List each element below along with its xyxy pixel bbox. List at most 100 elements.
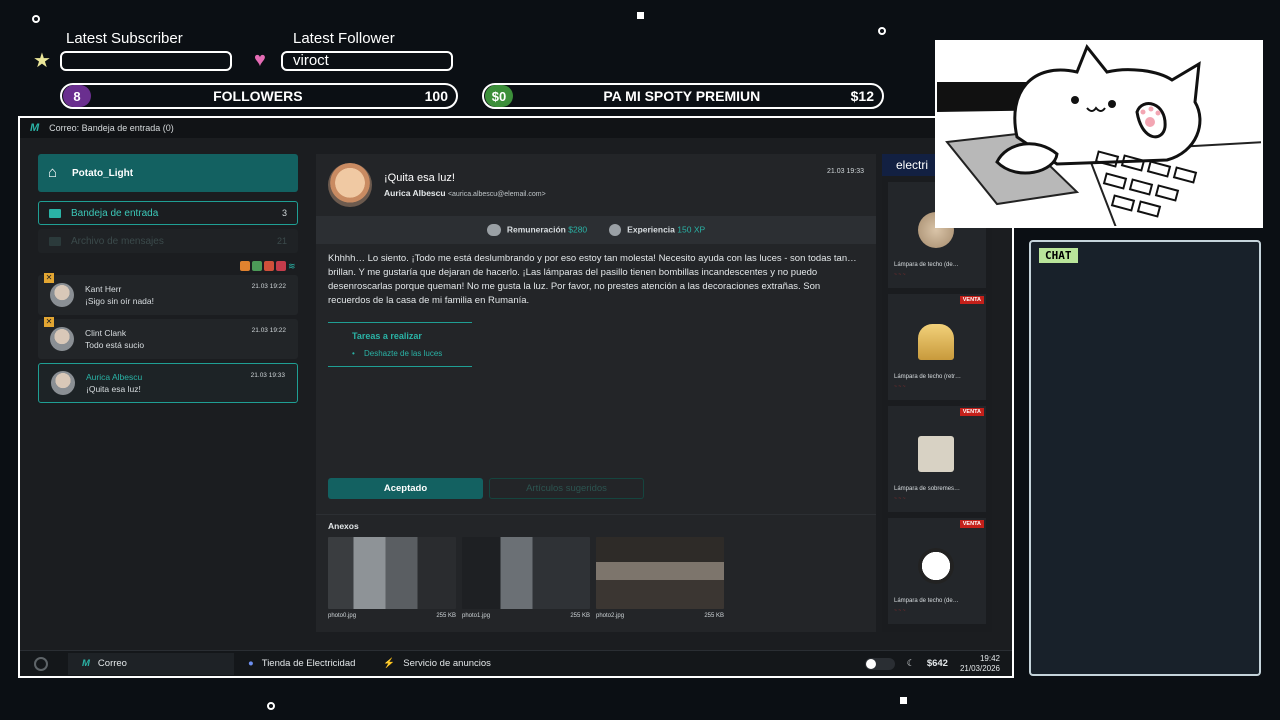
reward-label: Remuneración [506,224,566,235]
attachment-item[interactable]: photo0.jpg 255 KB [328,537,456,619]
attachment-name: photo0.jpg [328,613,357,619]
sparkle-decoration [900,697,907,704]
shop-item-price: ~ ~ ~ [894,272,906,278]
avatar [51,371,75,395]
list-item[interactable]: ✕ Clint Clank Todo está sucio 21.03 19:22 [38,317,298,359]
attachment-name: photo1.jpg [462,613,491,619]
bolt-icon: ⚡ [383,658,396,669]
attachment-item[interactable]: photo2.jpg 255 KB [596,537,724,619]
message-preview: ¡Sigo sin oír nada! [85,296,154,306]
sidebar-item-archive[interactable]: Archivo de mensajes 21 [38,229,298,253]
message-date: 21.03 19:22 [251,327,286,334]
webcam-overlay [935,40,1263,228]
shop-item-name: Lámpara de techo (de… [894,262,959,268]
lamp-icon [918,324,954,360]
list-item[interactable]: ✕ Kant Herr ¡Sigo sin oír nada! 21.03 19:… [38,273,298,315]
attachment-thumbnail [462,537,590,609]
message-sender: Aurica Albescu [86,372,143,382]
money-current: $0 [485,85,513,107]
attachment-thumbnail [328,537,456,609]
balance: $642 [926,658,948,669]
shop-item-card[interactable]: VENTA Lámpara de techo (de… ~ ~ ~ [888,518,986,624]
followers-current: 8 [63,85,91,107]
latest-subscriber-value [60,51,232,71]
list-item-selected[interactable]: Aurica Albescu ¡Quita esa luz! 21.03 19:3… [38,363,298,403]
message-preview: ¡Quita esa luz! [86,384,141,394]
taskbar-item-electric-shop[interactable]: ● Tienda de Electricidad [234,653,369,675]
message-date: 21.03 19:33 [250,372,285,379]
lamp-icon [918,436,954,472]
inbox-count: 3 [281,208,287,218]
suggested-items-button[interactable]: Artículos sugeridos [489,478,644,499]
taskbar-item-label: Tienda de Electricidad [261,658,356,669]
sale-badge: VENTA [959,408,984,416]
taskbar-item-ads[interactable]: ⚡ Servicio de anuncios [369,653,505,675]
shop-item-card[interactable]: VENTA Lámpara de sobremes… ~ ~ ~ [888,406,986,512]
mail-sidebar: ⌂ Potato_Light Bandeja de entrada 3 Arch… [38,154,298,403]
taskbar-item-mail[interactable]: M Correo [68,652,234,675]
attachment-size: 255 KB [704,613,724,619]
filter-icon[interactable] [264,261,274,271]
shop-item-price: ~ ~ ~ [894,384,906,390]
shop-item-card[interactable]: VENTA Lámpara de techo (retr… ~ ~ ~ [888,294,986,400]
lamp-icon [918,548,954,584]
attachment-name: photo2.jpg [596,613,625,619]
avatar [50,283,74,307]
mail-app-window: M Correo: Bandeja de entrada (0) ⌂ Potat… [18,116,1014,678]
shop-item-name: Lámpara de techo (de… [894,598,959,604]
sidebar-item-inbox[interactable]: Bandeja de entrada 3 [38,201,298,225]
shop-item-price: ~ ~ ~ [894,496,906,502]
followers-goal-title: FOLLOWERS [213,88,303,104]
tasks-box: Tareas a realizar Deshazte de las luces [328,322,472,367]
task-flag-icon: ✕ [44,317,54,327]
window-title: Correo: Bandeja de entrada (0) [49,123,174,133]
taskbar: M Correo ● Tienda de Electricidad ⚡ Serv… [20,650,1012,676]
accepted-button[interactable]: Aceptado [328,478,483,499]
wifi-icon: ≋ [288,261,296,271]
message-sender: Clint Clank [85,328,127,338]
attachment-thumbnail [596,537,724,609]
reward-value: $280 [568,224,588,235]
theme-toggle[interactable] [864,657,895,670]
attachment-size: 255 KB [436,613,456,619]
archive-count: 21 [276,236,287,246]
sender-avatar [328,163,372,207]
sparkle-decoration [637,12,644,19]
envelope-icon [49,208,61,218]
filter-icon[interactable] [240,261,250,271]
sparkle-decoration [878,27,886,35]
filter-icon[interactable] [276,261,286,271]
home-icon: ⌂ [48,164,58,181]
attachments-section: Anexos photo0.jpg 255 KB photo1.jpg 255 KB… [316,514,876,625]
task-flag-icon: ✕ [44,273,54,283]
latest-subscriber-label: Latest Subscriber [66,30,183,47]
sidebar-item-label: Archivo de mensajes [71,235,164,247]
email-date: 21.03 19:33 [827,168,864,175]
followers-goal-target: 100 [424,88,448,104]
email-address: <aurica.albescu@elemail.com> [447,191,546,198]
chat-panel: CHAT [1029,240,1261,676]
message-date: 21.03 19:22 [251,283,286,290]
xp-label: Experiencia [627,224,675,235]
latest-follower-value: viroct [281,51,453,71]
message-preview: Todo está sucio [85,340,145,350]
shop-item-name: Lámpara de techo (retr… [894,374,962,380]
moon-icon: ☾ [906,658,915,668]
email-header: ¡Quita esa luz! Aurica Albescu <aurica.a… [316,154,876,216]
mail-logo-icon: M [82,658,90,669]
star-icon: ★ [33,50,51,72]
attachment-item[interactable]: photo1.jpg 255 KB [462,537,590,619]
clock-time: 19:42 [979,653,1000,663]
chat-label: CHAT [1039,248,1078,263]
task-item: Deshazte de las luces [352,349,472,358]
xp-icon [609,224,622,236]
money-goal-bar: $0 PA MI SPOTY PREMIUN $12 [482,83,884,109]
taskbar-item-label: Correo [97,658,127,669]
bongo-cat-illustration [937,44,1261,226]
power-icon[interactable] [34,656,48,671]
filter-icon[interactable] [252,261,262,271]
attachment-size: 255 KB [570,613,590,619]
email-view: ¡Quita esa luz! Aurica Albescu <aurica.a… [316,154,876,632]
user-header: ⌂ Potato_Light [38,154,298,192]
shop-item-name: Lámpara de sobremes… [894,486,961,492]
